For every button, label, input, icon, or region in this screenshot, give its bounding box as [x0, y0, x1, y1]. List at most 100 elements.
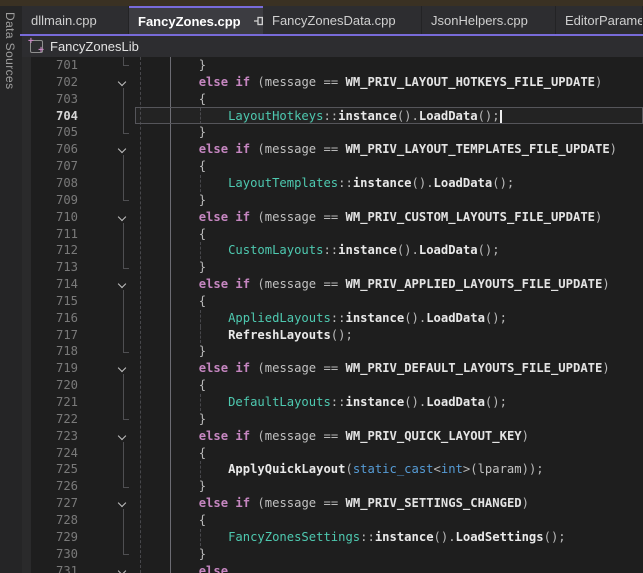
code-line: 713 } [22, 259, 643, 276]
line-number: 707 [22, 158, 78, 175]
code-text[interactable]: else if (message == WM_PRIV_LAYOUT_TEMPL… [140, 141, 617, 158]
code-line: 706 else if (message == WM_PRIV_LAYOUT_T… [22, 141, 643, 158]
editor-tab-dllmain-cpp[interactable]: dllmain.cpp [22, 6, 129, 34]
code-text[interactable]: LayoutTemplates::instance().LoadData(); [140, 175, 514, 192]
line-number: 722 [22, 411, 78, 428]
line-number: 730 [22, 546, 78, 563]
code-text[interactable]: else if (message == WM_PRIV_DEFAULT_LAYO… [140, 360, 610, 377]
line-number: 712 [22, 242, 78, 259]
line-number: 729 [22, 529, 78, 546]
code-text[interactable]: else if (message == WM_PRIV_APPLIED_LAYO… [140, 276, 610, 293]
code-text[interactable]: FancyZonesSettings::instance().LoadSetti… [140, 529, 566, 546]
code-text[interactable]: } [140, 478, 206, 495]
code-line: 730 } [22, 546, 643, 563]
breadcrumb-scope-label[interactable]: FancyZonesLib [50, 39, 139, 54]
document-tab-bar: dllmain.cpp FancyZones.cpp×FancyZonesData… [22, 6, 643, 34]
line-number: 724 [22, 445, 78, 462]
line-number: 702 [22, 74, 78, 91]
code-line: 727 else if (message == WM_PRIV_SETTINGS… [22, 495, 643, 512]
code-text[interactable]: { [140, 91, 206, 108]
code-line: 725 ApplyQuickLayout(static_cast<int>(lp… [22, 461, 643, 478]
sidebar-tab-data-sources[interactable]: Data Sources [3, 12, 17, 90]
code-text[interactable]: { [140, 377, 206, 394]
pin-icon[interactable] [253, 15, 263, 27]
code-line: 708 LayoutTemplates::instance().LoadData… [22, 175, 643, 192]
code-line: 701 } [22, 57, 643, 74]
line-number: 710 [22, 209, 78, 226]
code-text[interactable]: } [140, 411, 206, 428]
tab-label: FancyZones.cpp [138, 14, 241, 29]
code-text[interactable]: { [140, 226, 206, 243]
code-line: 711 { [22, 226, 643, 243]
line-number: 709 [22, 192, 78, 209]
code-line: 712 CustomLayouts::instance().LoadData()… [22, 242, 643, 259]
code-text[interactable]: else if (message == WM_PRIV_LAYOUT_HOTKE… [140, 74, 602, 91]
code-line: 719 else if (message == WM_PRIV_DEFAULT_… [22, 360, 643, 377]
code-line: 704 LayoutHotkeys::instance().LoadData()… [22, 108, 643, 125]
code-text[interactable]: else if (message == WM_PRIV_QUICK_LAYOUT… [140, 428, 529, 445]
code-line: 729 FancyZonesSettings::instance().LoadS… [22, 529, 643, 546]
code-line: 716 AppliedLayouts::instance().LoadData(… [22, 310, 643, 327]
line-number: 713 [22, 259, 78, 276]
code-text[interactable]: { [140, 293, 206, 310]
code-text[interactable]: else if (message == WM_PRIV_CUSTOM_LAYOU… [140, 209, 602, 226]
code-text[interactable]: ApplyQuickLayout(static_cast<int>(lparam… [140, 461, 544, 478]
text-caret [500, 110, 502, 123]
tab-label: dllmain.cpp [31, 13, 97, 28]
tab-label: EditorParamete [565, 13, 643, 28]
code-text[interactable]: } [140, 259, 206, 276]
code-text[interactable]: RefreshLayouts(); [140, 327, 353, 344]
code-text[interactable]: { [140, 512, 206, 529]
code-line: 722 } [22, 411, 643, 428]
code-line: 731 else [22, 563, 643, 573]
code-line: 718 } [22, 343, 643, 360]
line-number: 721 [22, 394, 78, 411]
line-number: 704 [22, 108, 78, 125]
editor-tab-fancyzones-cpp[interactable]: FancyZones.cpp× [129, 6, 263, 34]
line-number: 706 [22, 141, 78, 158]
code-text[interactable]: else [140, 563, 228, 573]
code-line: 728 { [22, 512, 643, 529]
code-line: 726 } [22, 478, 643, 495]
code-text[interactable]: { [140, 445, 206, 462]
code-text[interactable]: DefaultLayouts::instance().LoadData(); [140, 394, 507, 411]
code-text[interactable]: CustomLayouts::instance().LoadData(); [140, 242, 500, 259]
tool-window-tab-strip: Data Sources [0, 6, 22, 573]
project-scope-icon: + + [30, 40, 43, 53]
line-number: 725 [22, 461, 78, 478]
line-number: 711 [22, 226, 78, 243]
editor-tab-jsonhelpers-cpp[interactable]: JsonHelpers.cpp [422, 6, 556, 34]
code-text[interactable]: } [140, 546, 206, 563]
code-text[interactable]: } [140, 57, 206, 74]
editor-tab-fancyzonesdata-cpp[interactable]: FancyZonesData.cpp [263, 6, 422, 34]
code-line: 717 RefreshLayouts(); [22, 327, 643, 344]
line-number: 720 [22, 377, 78, 394]
line-number: 728 [22, 512, 78, 529]
code-text[interactable]: else if (message == WM_PRIV_SETTINGS_CHA… [140, 495, 529, 512]
code-text[interactable]: { [140, 158, 206, 175]
line-number: 705 [22, 124, 78, 141]
navigation-bar: + + FancyZonesLib [22, 36, 643, 57]
line-number: 718 [22, 343, 78, 360]
editor-tab-editorparamete[interactable]: EditorParamete [556, 6, 643, 34]
code-text[interactable]: } [140, 192, 206, 209]
code-line: 710 else if (message == WM_PRIV_CUSTOM_L… [22, 209, 643, 226]
line-number: 714 [22, 276, 78, 293]
line-number: 727 [22, 495, 78, 512]
code-text[interactable]: LayoutHotkeys::instance().LoadData(); [140, 108, 502, 125]
line-number: 716 [22, 310, 78, 327]
code-line: 703 { [22, 91, 643, 108]
code-editor[interactable]: 701 }702 else if (message == WM_PRIV_LAY… [22, 57, 643, 573]
code-line: 709 } [22, 192, 643, 209]
code-text[interactable]: } [140, 343, 206, 360]
line-number: 726 [22, 478, 78, 495]
code-text[interactable]: AppliedLayouts::instance().LoadData(); [140, 310, 507, 327]
code-line: 720 { [22, 377, 643, 394]
line-number: 723 [22, 428, 78, 445]
code-text[interactable]: } [140, 124, 206, 141]
code-line: 702 else if (message == WM_PRIV_LAYOUT_H… [22, 74, 643, 91]
line-number: 717 [22, 327, 78, 344]
code-line: 715 { [22, 293, 643, 310]
code-line: 707 { [22, 158, 643, 175]
code-line: 714 else if (message == WM_PRIV_APPLIED_… [22, 276, 643, 293]
